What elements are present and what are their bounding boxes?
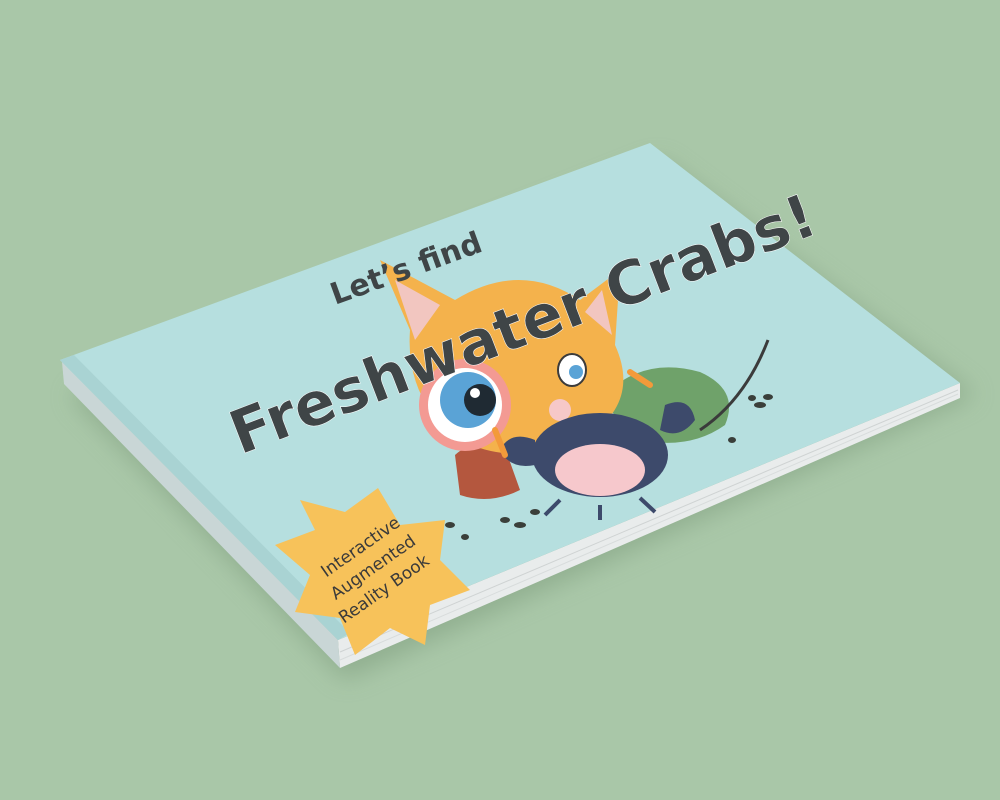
fox-iris <box>569 365 583 379</box>
fox-cheek <box>549 399 571 421</box>
book-mockup-scene: Let’s find Freshwater Crabs! Interactive… <box>0 0 1000 800</box>
eye-highlight <box>470 388 480 398</box>
book-mockup: Let’s find Freshwater Crabs! Interactive… <box>60 143 975 680</box>
magnified-eye-pupil <box>464 384 496 416</box>
